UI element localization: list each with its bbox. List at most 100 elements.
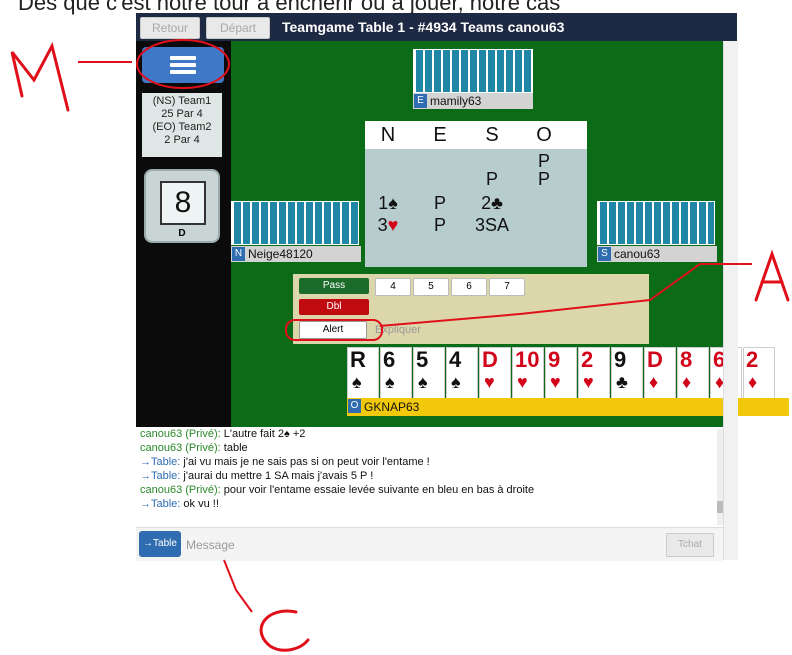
- card-suit-icon: ♥: [517, 372, 528, 392]
- chat-sender: →Table:: [140, 470, 181, 482]
- chat-text: pour voir l'entame essaie levée suivante…: [220, 484, 535, 496]
- dealer-label: D: [178, 228, 186, 239]
- bid-header-s: S: [485, 124, 499, 146]
- bid-cell: 2♣: [481, 193, 503, 213]
- bid-cell: P: [433, 215, 446, 235]
- bidding-header: N E S O: [365, 121, 587, 149]
- heart-icon: ♥: [387, 215, 399, 235]
- card-rank: 2: [581, 347, 594, 372]
- chat-message: canou63 (Privé): table: [136, 441, 723, 455]
- chat-target-button[interactable]: →Table: [139, 531, 181, 557]
- hand-card[interactable]: 9 ♣: [611, 347, 643, 405]
- bid-header-o: O: [536, 124, 552, 146]
- level-4-button[interactable]: 4: [375, 278, 411, 296]
- alert-button[interactable]: Alert: [299, 321, 367, 339]
- top-bar: Retour Départ Teamgame Table 1 - #4934 T…: [136, 13, 737, 41]
- annotation-label-a: A: [770, 278, 771, 281]
- bid-cell: 3♥: [366, 215, 410, 236]
- window-scrollbar[interactable]: [723, 41, 738, 560]
- card-suit-icon: ♦: [649, 372, 659, 392]
- card-rank: 10: [515, 347, 540, 372]
- chat-scroll-thumb[interactable]: [717, 501, 723, 513]
- south-player: Scanou63: [597, 246, 717, 262]
- chat-message: →Table: j'aurai du mettre 1 SA mais j'av…: [136, 469, 723, 483]
- bid-header-e: E: [433, 124, 447, 146]
- card-rank: D: [482, 347, 498, 372]
- depart-button[interactable]: Départ: [206, 17, 270, 39]
- card-suit-icon: ♠: [418, 372, 428, 392]
- level-7-button[interactable]: 7: [489, 278, 525, 296]
- chat-text: L'autre fait 2♠ +2: [220, 428, 306, 440]
- hand-card[interactable]: 9 ♥: [545, 347, 577, 405]
- south-player-name: canou63: [614, 247, 661, 261]
- hand-card[interactable]: 2 ♦: [743, 347, 775, 405]
- chat-text: j'ai vu mais je ne sais pas si on peut v…: [180, 456, 430, 468]
- hand-card[interactable]: 5 ♠: [413, 347, 445, 405]
- bid-header-n: N: [380, 124, 396, 146]
- hand-card[interactable]: 10 ♥: [512, 347, 544, 405]
- bidding-panel: Pass 4 5 6 7 Dbl Alert: [293, 274, 649, 344]
- hand-card[interactable]: 2 ♥: [578, 347, 610, 405]
- chat-sender: →Table:: [140, 498, 181, 510]
- bid-cell: P: [537, 169, 550, 189]
- chat-message: →Table: j'ai vu mais je ne sais pas si o…: [136, 455, 723, 469]
- board-number: 8: [160, 181, 206, 225]
- card-suit-icon: ♠: [385, 372, 395, 392]
- north-player-name: Neige48120: [248, 247, 313, 261]
- west-seat: O: [348, 399, 361, 413]
- window-title: Teamgame Table 1 - #4934 Teams canou63: [282, 19, 565, 35]
- chat-sender: canou63 (Privé):: [140, 484, 221, 496]
- send-button[interactable]: Tchat: [666, 533, 714, 557]
- double-button[interactable]: Dbl: [299, 299, 369, 315]
- bid-cell: 1♠: [378, 193, 398, 213]
- level-5-button[interactable]: 5: [413, 278, 449, 296]
- menu-button[interactable]: [142, 47, 224, 83]
- chat-message: canou63 (Privé): pour voir l'entame essa…: [136, 483, 723, 497]
- north-hand-backs: [231, 201, 359, 245]
- bid-level: 3: [377, 215, 388, 235]
- east-hand-backs: [413, 49, 533, 93]
- north-player: N Neige48120: [231, 246, 361, 262]
- hand-card[interactable]: D ♦: [644, 347, 676, 405]
- card-suit-icon: ♥: [583, 372, 594, 392]
- chat-message: →Table: ok vu !!: [136, 497, 723, 511]
- pass-button[interactable]: Pass: [299, 278, 369, 294]
- card-rank: 5: [416, 347, 429, 372]
- score-eo-team: (EO) Team2: [152, 121, 212, 133]
- card-rank: 4: [449, 347, 462, 372]
- message-input[interactable]: [184, 532, 668, 558]
- score-panel: (NS) Team1 25 Par 4 (EO) Team2 2 Par 4: [142, 93, 222, 157]
- board-indicator: 8 D: [144, 169, 220, 243]
- card-rank: R: [350, 347, 366, 372]
- score-ns-value: 25 Par 4: [161, 108, 203, 120]
- back-button[interactable]: Retour: [140, 17, 200, 39]
- hand-card[interactable]: 8 ♦: [677, 347, 709, 405]
- bid-cell: 3SA: [474, 215, 510, 235]
- hand-card[interactable]: R ♠: [347, 347, 379, 405]
- score-ns-team: (NS) Team1: [152, 95, 212, 107]
- south-hand-backs: [597, 201, 715, 245]
- explain-input[interactable]: [373, 320, 577, 340]
- hand-card[interactable]: D ♥: [479, 347, 511, 405]
- chat-log: canou63 (Privé): L'autre fait 2♠ +2 canou…: [136, 427, 723, 527]
- chat-scrollbar[interactable]: [717, 429, 723, 525]
- north-seat: N: [232, 247, 245, 261]
- hand-card[interactable]: 6 ♠: [380, 347, 412, 405]
- card-suit-icon: ♦: [682, 372, 692, 392]
- chat-text: table: [220, 442, 248, 454]
- east-seat: E: [414, 94, 427, 108]
- annotation-label-c: C: [280, 629, 281, 631]
- level-6-button[interactable]: 6: [451, 278, 487, 296]
- hand-card[interactable]: 4 ♠: [446, 347, 478, 405]
- sidebar: (NS) Team1 25 Par 4 (EO) Team2 2 Par 4 8…: [136, 41, 231, 427]
- card-table: Emamily63 N Neige48120 Scanou63 N E S O P…: [231, 41, 789, 427]
- card-suit-icon: ♣: [616, 372, 628, 392]
- west-player-name: GKNAP63: [364, 400, 420, 414]
- card-suit-icon: ♥: [484, 372, 495, 392]
- chat-sender: canou63 (Privé):: [140, 428, 221, 440]
- card-rank: 9: [614, 347, 627, 372]
- chat-text: j'aurai du mettre 1 SA mais j'avais 5 P …: [180, 470, 374, 482]
- bridge-app: Retour Départ Teamgame Table 1 - #4934 T…: [136, 13, 789, 561]
- bidding-history: N E S O P P P 1♠ P 2♣ 3♥ P 3SA: [365, 121, 587, 267]
- card-rank: 6: [383, 347, 396, 372]
